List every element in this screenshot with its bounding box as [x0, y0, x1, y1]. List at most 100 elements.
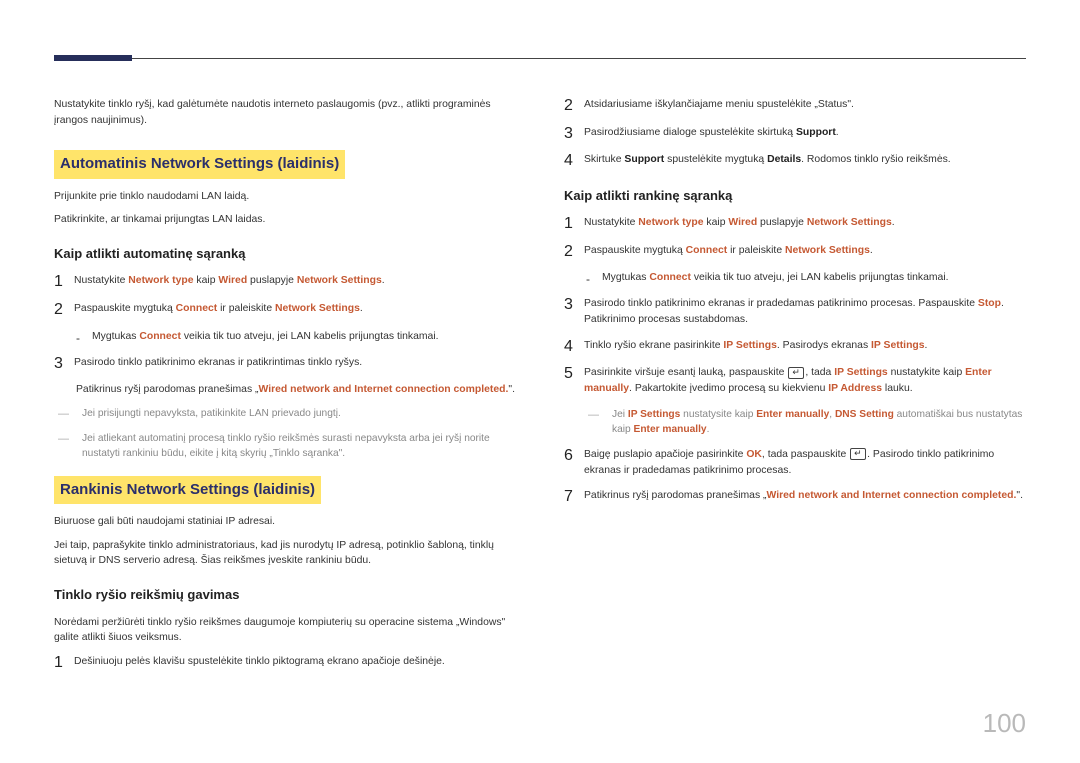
term-support: Support: [796, 127, 836, 138]
text: , tada: [805, 367, 834, 378]
text: Pasirodžiusiame dialoge spustelėkite ski…: [584, 127, 796, 138]
text: Pasirodo tinklo patikrinimo ekranas ir p…: [584, 298, 978, 309]
step-number: 4: [564, 152, 584, 170]
columns: Nustatykite tinklo ryšį, kad galėtumėte …: [54, 97, 1026, 681]
step-number: 1: [54, 654, 74, 672]
term-details: Details: [767, 154, 801, 165]
text: Patikrinus ryšį parodomas pranešimas „: [76, 384, 258, 395]
values-step-2: 2 Atsidariusiame iškylančiajame meniu sp…: [564, 97, 1026, 115]
msg-completed: Wired network and Internet connection co…: [766, 490, 1016, 501]
values-step-3: 3 Pasirodžiusiame dialoge spustelėkite s…: [564, 125, 1026, 143]
term-wired: Wired: [218, 275, 247, 286]
text: lauku.: [882, 383, 913, 394]
term-network-settings: Network Settings: [275, 303, 360, 314]
page-container: Nustatykite tinklo ryšį, kad galėtumėte …: [0, 0, 1080, 721]
step-body: Nustatykite Network type kaip Wired pusl…: [584, 215, 1026, 231]
manual-step-1: 1 Nustatykite Network type kaip Wired pu…: [564, 215, 1026, 233]
term-network-settings: Network Settings: [785, 245, 870, 256]
step-number: 2: [54, 301, 74, 319]
auto-result: Patikrinus ryšį parodomas pranešimas „Wi…: [54, 382, 516, 398]
term-dns-setting: DNS Setting: [835, 409, 894, 420]
header-rule: [54, 58, 1026, 67]
step-body: Atsidariusiame iškylančiajame meniu spus…: [584, 97, 1026, 113]
note-connection-fail: Jei prisijungti nepavyksta, patikinkite …: [54, 406, 516, 421]
enter-icon: [788, 367, 804, 379]
term-ip-settings: IP Settings: [628, 409, 680, 420]
text: Skirtuke: [584, 154, 624, 165]
text: Mygtukas: [92, 331, 139, 342]
text: Paspauskite mygtuką: [74, 303, 176, 314]
text: Pasirinkite viršuje esantį lauką, paspau…: [584, 367, 787, 378]
term-ip-address: IP Address: [828, 383, 882, 394]
step-body: Dešiniuoju pelės klavišu spustelėkite ti…: [74, 654, 516, 670]
step-number: 5: [564, 365, 584, 383]
text: veikia tik tuo atveju, jei LAN kabelis p…: [691, 272, 949, 283]
values-intro: Norėdami peržiūrėti tinklo ryšio reikšme…: [54, 615, 516, 646]
note-dns-setting: Jei IP Settings nustatysite kaip Enter m…: [584, 407, 1026, 438]
term-ip-settings: IP Settings: [834, 367, 888, 378]
text: Patikrinus ryšį parodomas pranešimas „: [584, 490, 766, 501]
text: ".: [508, 384, 515, 395]
manual-step-6: 6 Baigę puslapio apačioje pasirinkite OK…: [564, 447, 1026, 478]
manual-para-2: Jei taip, paprašykite tinklo administrat…: [54, 538, 516, 569]
term-network-type: Network type: [128, 275, 193, 286]
note-manual-fallback: Jei atliekant automatinį procesą tinklo …: [54, 431, 516, 462]
auto-step-3: 3 Pasirodo tinklo patikrinimo ekranas ir…: [54, 355, 516, 373]
values-step-1: 1 Dešiniuoju pelės klavišu spustelėkite …: [54, 654, 516, 672]
step-number: 3: [564, 125, 584, 143]
manual-step-7: 7 Patikrinus ryšį parodomas pranešimas „…: [564, 488, 1026, 506]
term-stop: Stop: [978, 298, 1001, 309]
step-body: Nustatykite Network type kaip Wired pusl…: [74, 273, 516, 289]
term-connect: Connect: [649, 272, 691, 283]
step-number: 3: [564, 296, 584, 314]
page-number: 100: [983, 704, 1026, 743]
text: . Pakartokite įvedimo procesą su kiekvie…: [629, 383, 828, 394]
step-number: 6: [564, 447, 584, 465]
step-body: Pasirodo tinklo patikrinimo ekranas ir p…: [584, 296, 1026, 327]
auto-para-1: Prijunkite prie tinklo naudodami LAN lai…: [54, 189, 516, 205]
step-body: Pasirinkite viršuje esantį lauką, paspau…: [584, 365, 1026, 396]
text: nustatykite kaip: [888, 367, 965, 378]
step-number: 7: [564, 488, 584, 506]
step-body: Pasirodo tinklo patikrinimo ekranas ir p…: [74, 355, 516, 371]
text: kaip: [704, 217, 729, 228]
step-body: Paspauskite mygtuką Connect ir paleiskit…: [584, 243, 1026, 259]
term-ok: OK: [746, 449, 762, 460]
step-number: 2: [564, 97, 584, 115]
auto-step-2: 2 Paspauskite mygtuką Connect ir paleisk…: [54, 301, 516, 319]
text: puslapyje: [757, 217, 807, 228]
text: Nustatykite: [74, 275, 128, 286]
term-enter-manually: Enter manually: [634, 424, 707, 435]
auto-substep: - Mygtukas Connect veikia tik tuo atveju…: [54, 329, 516, 347]
manual-substep: - Mygtukas Connect veikia tik tuo atveju…: [564, 270, 1026, 288]
manual-step-4: 4 Tinklo ryšio ekrane pasirinkite IP Set…: [564, 338, 1026, 356]
text: . Rodomos tinklo ryšio reikšmės.: [801, 154, 951, 165]
text: Paspauskite mygtuką: [584, 245, 686, 256]
subheading-auto-setup: Kaip atlikti automatinę sąranką: [54, 244, 516, 264]
step-number: 1: [54, 273, 74, 291]
substep-body: Mygtukas Connect veikia tik tuo atveju, …: [92, 329, 516, 347]
term-network-type: Network type: [638, 217, 703, 228]
text: ".: [1016, 490, 1023, 501]
step-number: 4: [564, 338, 584, 356]
dash-icon: -: [76, 329, 92, 347]
text: . Pasirodys ekranas: [777, 340, 871, 351]
text: kaip: [194, 275, 219, 286]
msg-completed: Wired network and Internet connection co…: [258, 384, 508, 395]
text: Jei: [612, 409, 628, 420]
enter-icon: [850, 448, 866, 460]
text: Nustatykite: [584, 217, 638, 228]
intro-text: Nustatykite tinklo ryšį, kad galėtumėte …: [54, 97, 516, 128]
left-column: Nustatykite tinklo ryšį, kad galėtumėte …: [54, 97, 516, 681]
step-number: 3: [54, 355, 74, 373]
term-wired: Wired: [728, 217, 757, 228]
step-body: Paspauskite mygtuką Connect ir paleiskit…: [74, 301, 516, 317]
text: ir paleiskite: [217, 303, 275, 314]
right-column: 2 Atsidariusiame iškylančiajame meniu sp…: [564, 97, 1026, 681]
text: ir paleiskite: [727, 245, 785, 256]
text: Baigę puslapio apačioje pasirinkite: [584, 449, 746, 460]
step-body: Patikrinus ryšį parodomas pranešimas „Wi…: [584, 488, 1026, 504]
auto-para-2: Patikrinkite, ar tinkamai prijungtas LAN…: [54, 212, 516, 228]
heading-auto-network-settings: Automatinis Network Settings (laidinis): [54, 150, 345, 179]
term-connect: Connect: [176, 303, 218, 314]
